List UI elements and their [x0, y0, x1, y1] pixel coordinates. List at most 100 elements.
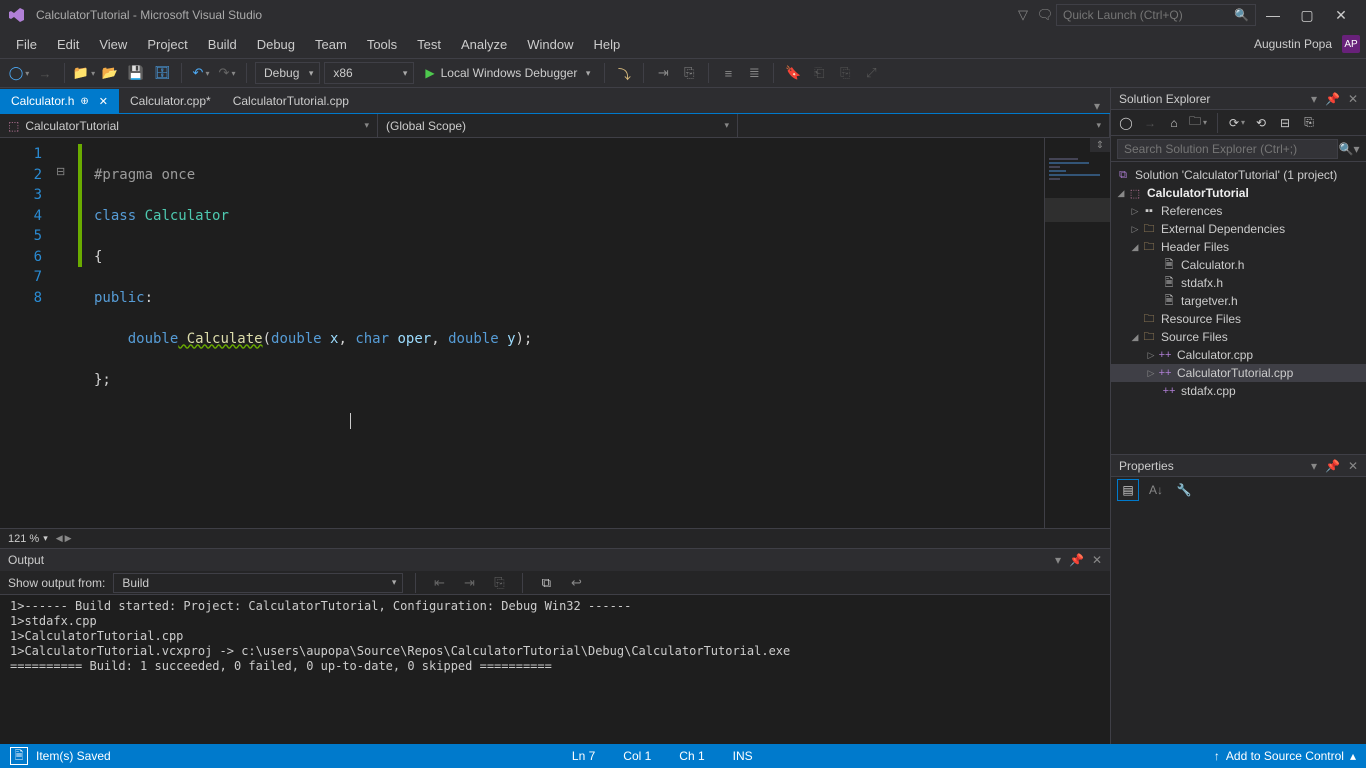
- chevron-right-icon[interactable]: ▷: [1145, 368, 1157, 379]
- tab-calculator-cpp[interactable]: Calculator.cpp*: [119, 89, 222, 113]
- se-scope-icon[interactable]: 🗀: [1189, 114, 1207, 132]
- output-source-combo[interactable]: Build: [113, 573, 403, 593]
- menu-window[interactable]: Window: [517, 37, 583, 52]
- search-icon[interactable]: 🔍▾: [1338, 142, 1360, 156]
- file-calculator-h[interactable]: 🗎Calculator.h: [1111, 256, 1366, 274]
- collapse-icon[interactable]: ⊟: [56, 165, 65, 178]
- property-pages-icon[interactable]: 🔧: [1173, 479, 1195, 501]
- toolbar-icon-2[interactable]: ⎗: [808, 62, 830, 84]
- panel-pin-icon[interactable]: 📌: [1325, 92, 1340, 106]
- indent-more-icon[interactable]: ≣: [743, 62, 765, 84]
- menu-build[interactable]: Build: [198, 37, 247, 52]
- zoom-level[interactable]: 121 %: [8, 533, 39, 545]
- open-file-button[interactable]: 📂: [99, 62, 121, 84]
- bookmark-icon[interactable]: 🔖: [782, 62, 804, 84]
- header-files-node[interactable]: ◢🗀Header Files: [1111, 238, 1366, 256]
- file-stdafx-cpp[interactable]: ++stdafx.cpp: [1111, 382, 1366, 400]
- quick-launch[interactable]: 🔍: [1056, 4, 1256, 26]
- file-calculatortutorial-cpp[interactable]: ▷++CalculatorTutorial.cpp: [1111, 364, 1366, 382]
- menu-test[interactable]: Test: [407, 37, 451, 52]
- output-prev-icon[interactable]: ⇤: [428, 572, 450, 594]
- maximize-button[interactable]: ▢: [1290, 7, 1324, 24]
- references-node[interactable]: ▷▪▪References: [1111, 202, 1366, 220]
- menu-tools[interactable]: Tools: [357, 37, 407, 52]
- file-stdafx-h[interactable]: 🗎stdafx.h: [1111, 274, 1366, 292]
- chevron-down-icon[interactable]: ◢: [1129, 332, 1141, 343]
- se-properties-icon[interactable]: ⎘: [1300, 114, 1318, 132]
- scroll-arrows[interactable]: ◀▶: [56, 533, 72, 544]
- step-icon[interactable]: ⤵: [613, 62, 635, 84]
- avatar[interactable]: AP: [1342, 35, 1360, 53]
- member-combo[interactable]: [738, 114, 1110, 138]
- external-deps-node[interactable]: ▷🗀External Dependencies: [1111, 220, 1366, 238]
- start-debugging-button[interactable]: ▶Local Windows Debugger: [418, 62, 596, 84]
- menu-team[interactable]: Team: [305, 37, 357, 52]
- hex-toggle-icon[interactable]: ⇥: [652, 62, 674, 84]
- solution-config-combo[interactable]: Debug: [255, 62, 320, 84]
- publish-icon[interactable]: ↑: [1214, 749, 1220, 763]
- chevron-right-icon[interactable]: ▷: [1129, 206, 1141, 217]
- output-toggle-icon[interactable]: ⧉: [535, 572, 557, 594]
- output-text[interactable]: 1>------ Build started: Project: Calcula…: [0, 595, 1110, 744]
- feedback-icon[interactable]: 🗨: [1034, 4, 1056, 26]
- categorized-icon[interactable]: ▤: [1117, 479, 1139, 501]
- zoom-dropdown-icon[interactable]: ▾: [43, 533, 48, 544]
- navigate-back-button[interactable]: ◯: [8, 62, 30, 84]
- notification-icon[interactable]: 🗎: [10, 747, 28, 765]
- alphabetical-icon[interactable]: A↓: [1145, 479, 1167, 501]
- project-node[interactable]: ◢⬚CalculatorTutorial: [1111, 184, 1366, 202]
- chevron-right-icon[interactable]: ▷: [1145, 350, 1157, 361]
- chevron-right-icon[interactable]: ▷: [1129, 224, 1141, 235]
- source-files-node[interactable]: ◢🗀Source Files: [1111, 328, 1366, 346]
- indent-less-icon[interactable]: ≡: [717, 62, 739, 84]
- save-button[interactable]: 💾: [125, 62, 147, 84]
- toolbar-icon-4[interactable]: ⤢: [860, 62, 882, 84]
- split-icon[interactable]: ⇕: [1090, 138, 1110, 152]
- se-search-input[interactable]: [1117, 139, 1338, 159]
- panel-close-icon[interactable]: ✕: [1348, 459, 1358, 473]
- panel-pin-icon[interactable]: 📌: [1325, 459, 1340, 473]
- redo-button[interactable]: ↷: [216, 62, 238, 84]
- notification-flag-icon[interactable]: ▽: [1012, 4, 1034, 26]
- se-home-icon[interactable]: ⌂: [1165, 114, 1183, 132]
- resource-files-node[interactable]: 🗀Resource Files: [1111, 310, 1366, 328]
- chevron-down-icon[interactable]: ◢: [1115, 188, 1127, 199]
- scope-combo[interactable]: (Global Scope): [378, 114, 738, 138]
- solution-explorer-header[interactable]: Solution Explorer ▾ 📌 ✕: [1111, 88, 1366, 110]
- menu-edit[interactable]: Edit: [47, 37, 89, 52]
- se-back-icon[interactable]: ◯: [1117, 114, 1135, 132]
- panel-dropdown-icon[interactable]: ▾: [1055, 553, 1061, 567]
- navigate-forward-button[interactable]: →: [34, 62, 56, 84]
- menu-file[interactable]: File: [6, 37, 47, 52]
- close-button[interactable]: ✕: [1324, 7, 1358, 24]
- quick-launch-input[interactable]: [1063, 8, 1234, 22]
- properties-header[interactable]: Properties ▾ 📌 ✕: [1111, 455, 1366, 477]
- code-minimap[interactable]: ⇕: [1044, 138, 1110, 528]
- output-header[interactable]: Output ▾ 📌 ✕: [0, 549, 1110, 571]
- solution-node[interactable]: ⧉Solution 'CalculatorTutorial' (1 projec…: [1111, 166, 1366, 184]
- code-editor[interactable]: 12345678 ⊟ #pragma once class Calculator…: [0, 138, 1110, 528]
- chevron-up-icon[interactable]: ▴: [1350, 749, 1356, 763]
- minimize-button[interactable]: —: [1256, 7, 1290, 23]
- menu-view[interactable]: View: [89, 37, 137, 52]
- menu-debug[interactable]: Debug: [247, 37, 305, 52]
- menu-analyze[interactable]: Analyze: [451, 37, 517, 52]
- output-next-icon[interactable]: ⇥: [458, 572, 480, 594]
- pin-icon[interactable]: ⊕: [80, 96, 88, 107]
- se-collapse-icon[interactable]: ⊟: [1276, 114, 1294, 132]
- panel-close-icon[interactable]: ✕: [1092, 553, 1102, 567]
- chevron-down-icon[interactable]: ◢: [1129, 242, 1141, 253]
- menu-help[interactable]: Help: [584, 37, 631, 52]
- tab-calculatortutorial-cpp[interactable]: CalculatorTutorial.cpp: [222, 89, 360, 113]
- file-calculator-cpp[interactable]: ▷++Calculator.cpp: [1111, 346, 1366, 364]
- panel-dropdown-icon[interactable]: ▾: [1311, 459, 1317, 473]
- output-wrap-icon[interactable]: ↩: [565, 572, 587, 594]
- panel-close-icon[interactable]: ✕: [1348, 92, 1358, 106]
- output-clear-icon[interactable]: ⎘: [488, 572, 510, 594]
- save-all-button[interactable]: 🗄: [151, 62, 173, 84]
- undo-button[interactable]: ↶: [190, 62, 212, 84]
- tab-calculator-h[interactable]: Calculator.h ⊕ ✕: [0, 89, 119, 113]
- se-sync-icon[interactable]: ⟳: [1228, 114, 1246, 132]
- menu-project[interactable]: Project: [137, 37, 197, 52]
- code-content[interactable]: #pragma once class Calculator { public: …: [86, 138, 1044, 528]
